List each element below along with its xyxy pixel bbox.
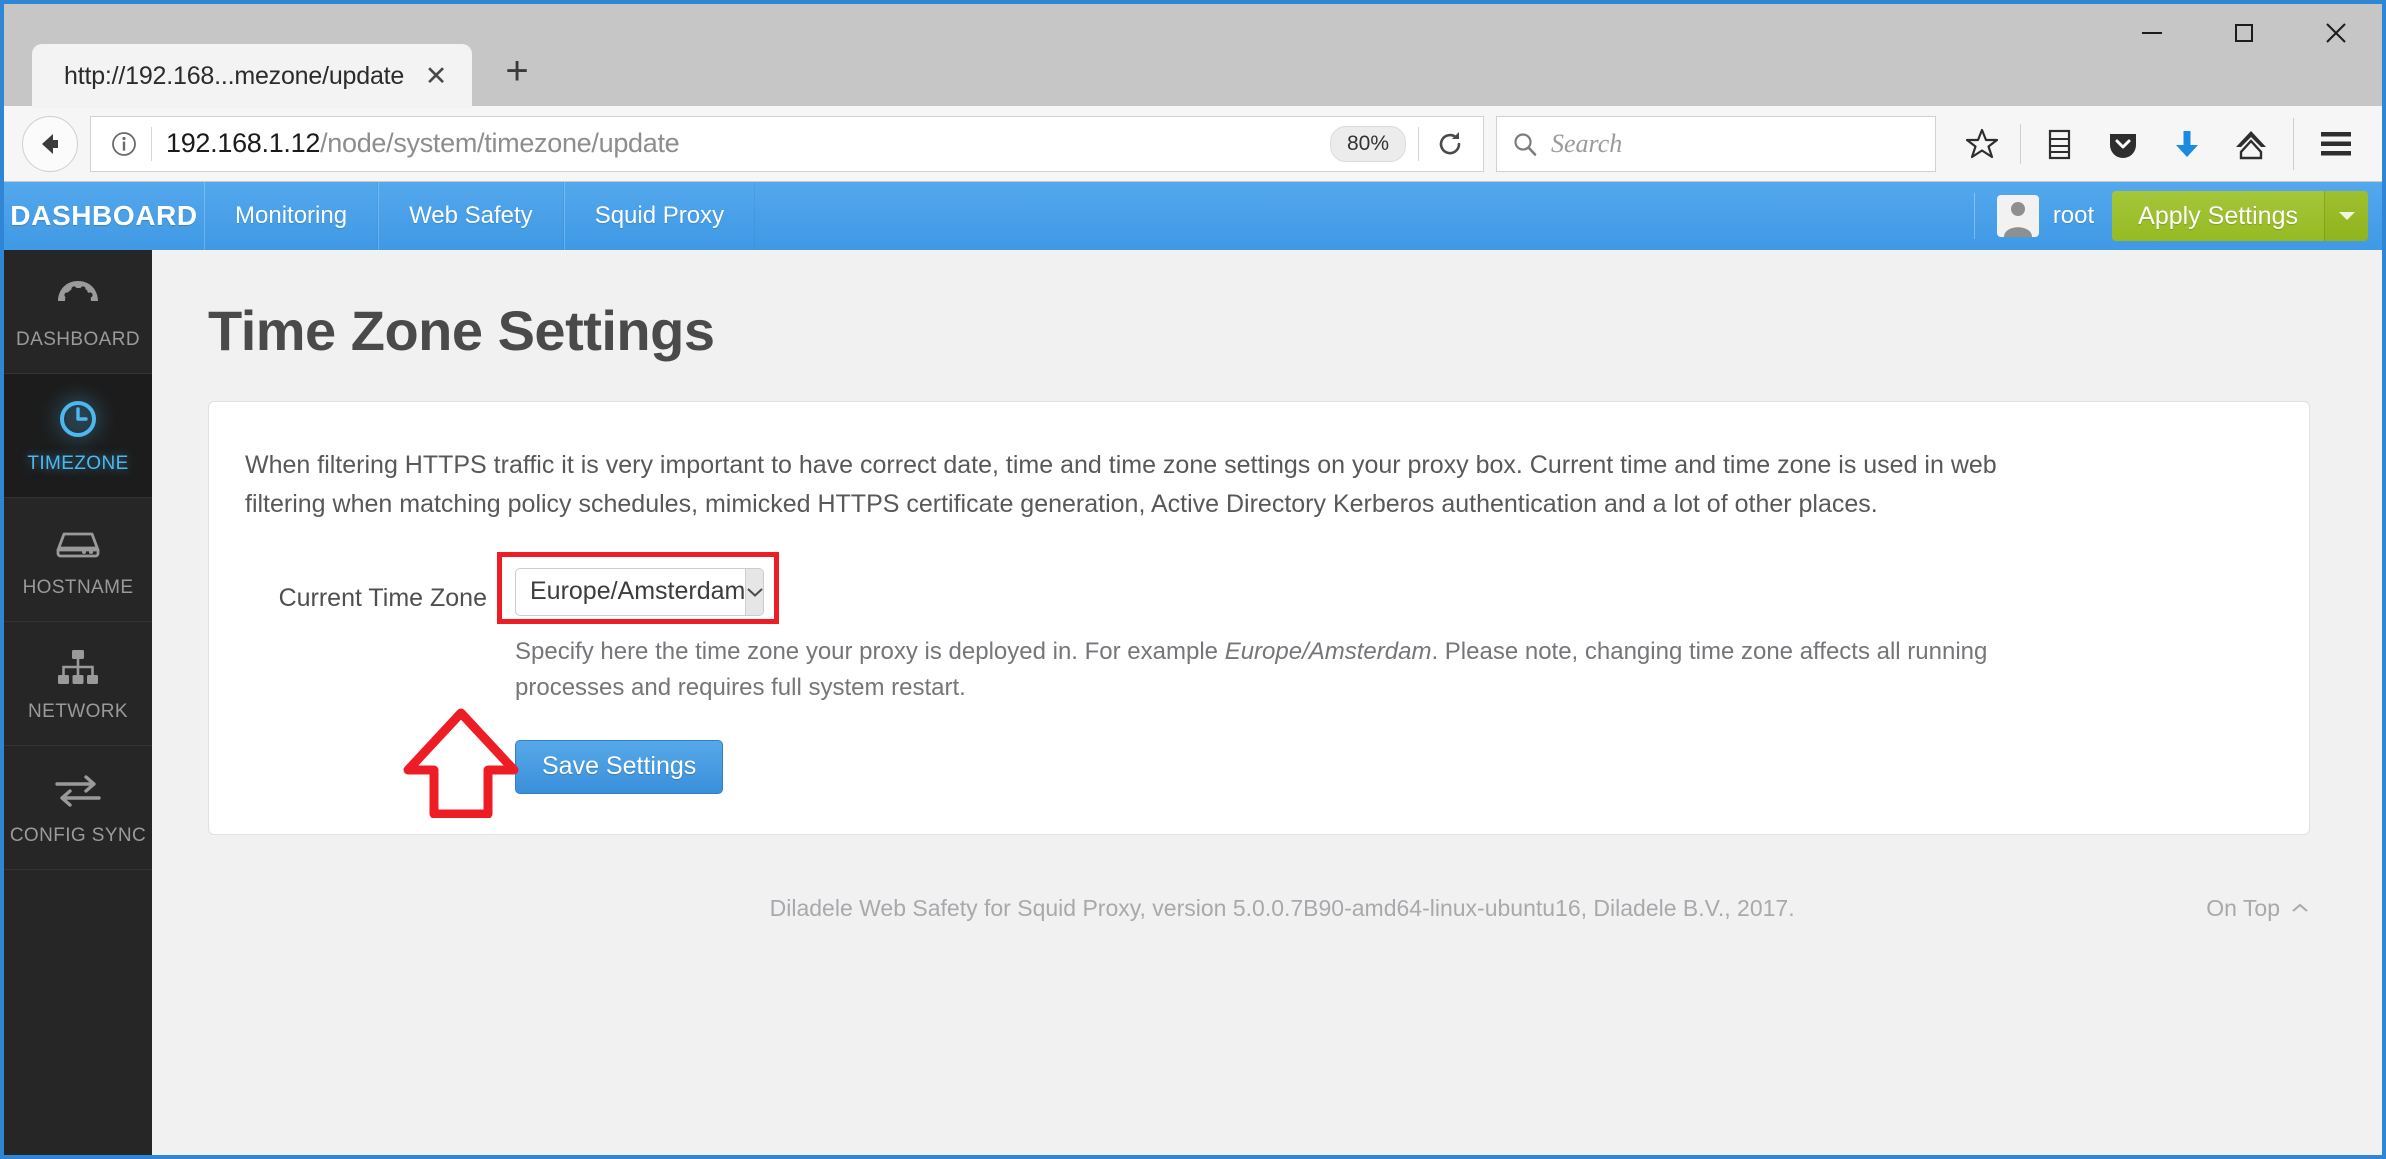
- app-navbar-right: root Apply Settings: [1973, 182, 2382, 250]
- toolbar-divider: [2020, 123, 2021, 164]
- navbar-divider: [1973, 193, 1975, 239]
- username-label: root: [2052, 202, 2095, 229]
- intro-paragraph: When filtering HTTPS traffic it is very …: [245, 451, 1997, 518]
- reading-list-icon[interactable]: [2027, 115, 2091, 173]
- address-bar-divider: [151, 126, 152, 161]
- sidebar-item-timezone[interactable]: TIMEZONE: [4, 374, 152, 498]
- nav-item-web-safety[interactable]: Web Safety: [378, 182, 564, 250]
- toolbar-divider: [1418, 126, 1419, 161]
- settings-card: When filtering HTTPS traffic it is very …: [208, 401, 2310, 835]
- current-time-zone-label: Current Time Zone: [278, 583, 487, 612]
- timezone-form-row: Current Time Zone Europe/Amsterdam Speci…: [245, 551, 2273, 794]
- nav-item-squid-proxy[interactable]: Squid Proxy: [563, 182, 756, 250]
- timezone-select-value: Europe/Amsterdam: [530, 577, 746, 605]
- close-icon[interactable]: [2290, 4, 2382, 62]
- browser-window: http://192.168...mezone/update ✕ + 192.1…: [0, 0, 2386, 1159]
- help-emphasis: Europe/Amsterdam: [1224, 637, 1432, 665]
- zoom-level-badge[interactable]: 80%: [1329, 125, 1406, 162]
- app-brand[interactable]: DASHBOARD: [4, 182, 204, 250]
- sidebar: DASHBOARD TIMEZONE HOSTNAME NETWORK CONF…: [4, 250, 152, 1155]
- sidebar-item-label: CONFIG SYNC: [9, 824, 147, 846]
- sidebar-item-config-sync[interactable]: CONFIG SYNC: [4, 746, 152, 870]
- maximize-icon[interactable]: [2198, 4, 2290, 62]
- site-info-icon[interactable]: [105, 125, 143, 163]
- nav-item-monitoring[interactable]: Monitoring: [204, 182, 379, 250]
- footer-version-text: Diladele Web Safety for Squid Proxy, ver…: [769, 894, 1795, 921]
- chevron-down-icon[interactable]: [745, 568, 763, 615]
- close-icon[interactable]: ✕: [416, 56, 456, 96]
- gauge-icon: [56, 273, 100, 317]
- back-icon[interactable]: [22, 115, 78, 172]
- address-bar-url: 192.168.1.12/node/system/timezone/update: [166, 128, 1330, 159]
- minimize-icon[interactable]: [2106, 4, 2198, 62]
- save-settings-button[interactable]: Save Settings: [515, 739, 724, 794]
- window-controls: [2106, 4, 2382, 62]
- on-top-link[interactable]: On Top: [2206, 895, 2310, 922]
- toolbar-divider: [2293, 117, 2294, 170]
- main-content: Time Zone Settings When filtering HTTPS …: [152, 250, 2382, 1155]
- sidebar-item-network[interactable]: NETWORK: [4, 622, 152, 746]
- sidebar-item-label: HOSTNAME: [22, 576, 134, 598]
- search-bar[interactable]: Search: [1496, 115, 1936, 172]
- url-host: 192.168.1.12: [166, 128, 321, 158]
- url-path: /node/system/timezone/update: [320, 128, 680, 158]
- navbar-spacer: [755, 182, 1974, 250]
- reload-icon[interactable]: [1423, 117, 1477, 171]
- app-nav: Monitoring Web Safety Squid Proxy: [204, 182, 756, 250]
- browser-tab[interactable]: http://192.168...mezone/update ✕: [32, 44, 472, 108]
- new-tab-button[interactable]: +: [486, 40, 548, 102]
- sidebar-item-hostname[interactable]: HOSTNAME: [4, 498, 152, 622]
- tab-title: http://192.168...mezone/update: [64, 61, 405, 90]
- apply-settings-button[interactable]: Apply Settings: [2112, 191, 2324, 241]
- page-title: Time Zone Settings: [208, 299, 715, 362]
- web-page: DASHBOARD Monitoring Web Safety Squid Pr…: [4, 182, 2382, 1155]
- on-top-label: On Top: [2206, 894, 2280, 921]
- bookmark-star-icon[interactable]: [1950, 115, 2014, 173]
- sidebar-item-label: DASHBOARD: [16, 328, 140, 350]
- tab-strip: http://192.168...mezone/update ✕ +: [4, 4, 548, 108]
- browser-toolbar: 192.168.1.12/node/system/timezone/update…: [4, 106, 2382, 182]
- avatar: [1996, 195, 2039, 237]
- sidebar-item-dashboard[interactable]: DASHBOARD: [4, 250, 152, 374]
- menu-icon[interactable]: [2304, 115, 2368, 173]
- help-prefix: Specify here the time zone your proxy is…: [515, 637, 1225, 665]
- sidebar-item-label: TIMEZONE: [27, 452, 129, 474]
- timezone-help-text: Specify here the time zone your proxy is…: [515, 634, 1995, 706]
- app-body: DASHBOARD TIMEZONE HOSTNAME NETWORK CONF…: [4, 250, 2382, 1155]
- sync-arrows-icon: [54, 769, 102, 813]
- title-bar: http://192.168...mezone/update ✕ +: [4, 4, 2382, 108]
- search-input[interactable]: Search: [1551, 129, 1622, 159]
- home-icon[interactable]: [2219, 115, 2283, 173]
- app-navbar: DASHBOARD Monitoring Web Safety Squid Pr…: [4, 182, 2382, 250]
- search-icon: [1514, 132, 1537, 156]
- toolbar-icons: [1950, 115, 2368, 173]
- clock-icon: [56, 397, 100, 441]
- chevron-down-icon[interactable]: [2324, 191, 2368, 241]
- pocket-icon[interactable]: [2091, 115, 2155, 173]
- page-footer: Diladele Web Safety for Squid Proxy, ver…: [208, 895, 2310, 922]
- address-bar[interactable]: 192.168.1.12/node/system/timezone/update…: [90, 115, 1484, 172]
- downloads-icon[interactable]: [2155, 115, 2219, 173]
- timezone-field-column: Europe/Amsterdam Specify here the time z…: [497, 551, 2273, 794]
- timezone-select[interactable]: Europe/Amsterdam: [515, 567, 764, 616]
- server-icon: [54, 521, 102, 565]
- timezone-select-wrapper: Europe/Amsterdam: [497, 551, 797, 624]
- sidebar-item-label: NETWORK: [28, 700, 128, 722]
- chevron-up-icon: [2292, 903, 2308, 912]
- network-icon: [56, 645, 100, 689]
